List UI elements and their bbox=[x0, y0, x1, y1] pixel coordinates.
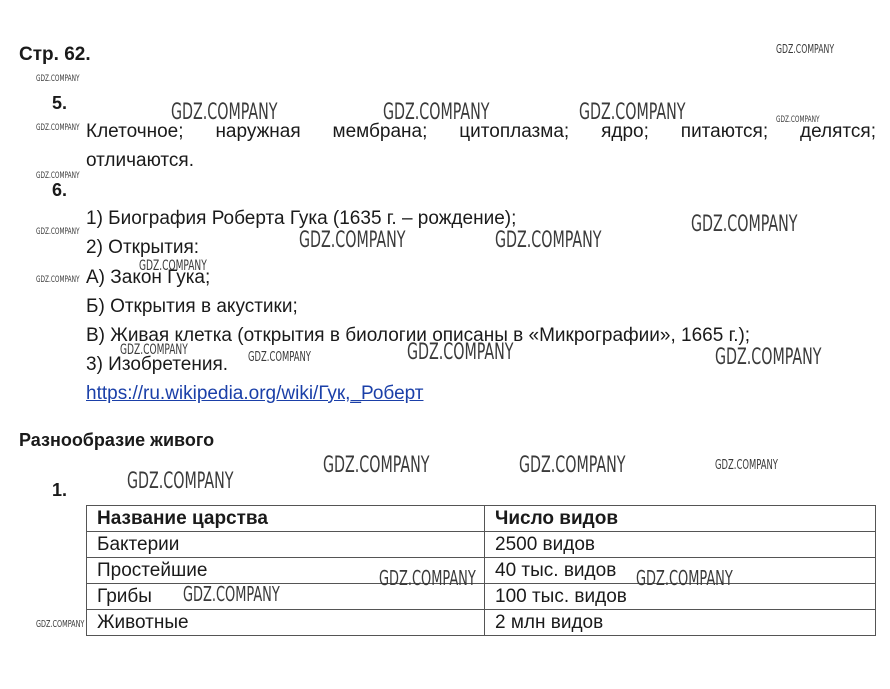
watermark: GDZ.COMPANY bbox=[36, 74, 80, 84]
table-row: Животные 2 млн видов bbox=[86, 609, 876, 636]
watermark: GDZ.COMPANY bbox=[495, 228, 602, 253]
wikipedia-link[interactable]: https://ru.wikipedia.org/wiki/Гук,_Робер… bbox=[86, 383, 423, 405]
task-5-number: 5. bbox=[52, 93, 68, 113]
watermark: GDZ.COMPANY bbox=[691, 212, 798, 237]
kingdoms-table: Название царства Число видов Бактерии 25… bbox=[86, 505, 876, 636]
watermark: GDZ.COMPANY bbox=[183, 582, 280, 606]
watermark: GDZ.COMPANY bbox=[36, 275, 80, 285]
watermark: GDZ.COMPANY bbox=[299, 228, 406, 253]
watermark: GDZ.COMPANY bbox=[120, 342, 188, 358]
watermark: GDZ.COMPANY bbox=[579, 100, 686, 125]
watermark: GDZ.COMPANY bbox=[139, 258, 207, 274]
task-6-number: 6. bbox=[52, 180, 68, 200]
watermark: GDZ.COMPANY bbox=[715, 345, 822, 370]
watermark: GDZ.COMPANY bbox=[776, 42, 835, 56]
task-6-line: Б) Открытия в акустики; bbox=[86, 296, 298, 317]
table-cell-kingdom: Животные bbox=[86, 609, 485, 636]
watermark: GDZ.COMPANY bbox=[715, 458, 778, 473]
table-cell-species: 2500 видов bbox=[484, 531, 876, 558]
watermark: GDZ.COMPANY bbox=[36, 171, 80, 181]
watermark: GDZ.COMPANY bbox=[776, 115, 820, 125]
section-task-1-number: 1. bbox=[52, 480, 68, 500]
watermark: GDZ.COMPANY bbox=[383, 100, 490, 125]
watermark: GDZ.COMPANY bbox=[36, 227, 80, 237]
watermark: GDZ.COMPANY bbox=[407, 340, 514, 365]
table-cell-kingdom: Бактерии bbox=[86, 531, 485, 558]
task-5-answer-line-2: отличаются. bbox=[86, 150, 194, 171]
page-number-heading: Стр. 62. bbox=[19, 44, 91, 65]
watermark: GDZ.COMPANY bbox=[323, 453, 430, 478]
table-row: Бактерии 2500 видов bbox=[86, 531, 876, 558]
task-6-line: 2) Открытия: bbox=[86, 237, 200, 258]
watermark: GDZ.COMPANY bbox=[519, 453, 626, 478]
watermark: GDZ.COMPANY bbox=[636, 566, 733, 590]
column-header-species-count: Число видов bbox=[484, 505, 876, 532]
table-header-row: Название царства Число видов bbox=[86, 505, 876, 532]
watermark: GDZ.COMPANY bbox=[379, 566, 476, 590]
watermark: GDZ.COMPANY bbox=[36, 123, 80, 133]
table-row: Простейшие 40 тыс. видов bbox=[86, 557, 876, 584]
column-header-kingdom: Название царства bbox=[86, 505, 485, 532]
table-cell-species: 2 млн видов bbox=[484, 609, 876, 636]
section-title: Разнообразие живого bbox=[19, 430, 215, 450]
task-6-line: 1) Биография Роберта Гука (1635 г. – рож… bbox=[86, 208, 517, 229]
page: { "page_header": "Стр. 62.", "tasks": { … bbox=[0, 0, 890, 689]
watermark: GDZ.COMPANY bbox=[248, 350, 311, 365]
watermark: GDZ.COMPANY bbox=[127, 469, 234, 494]
watermark: GDZ.COMPANY bbox=[36, 619, 85, 630]
watermark: GDZ.COMPANY bbox=[171, 100, 278, 125]
